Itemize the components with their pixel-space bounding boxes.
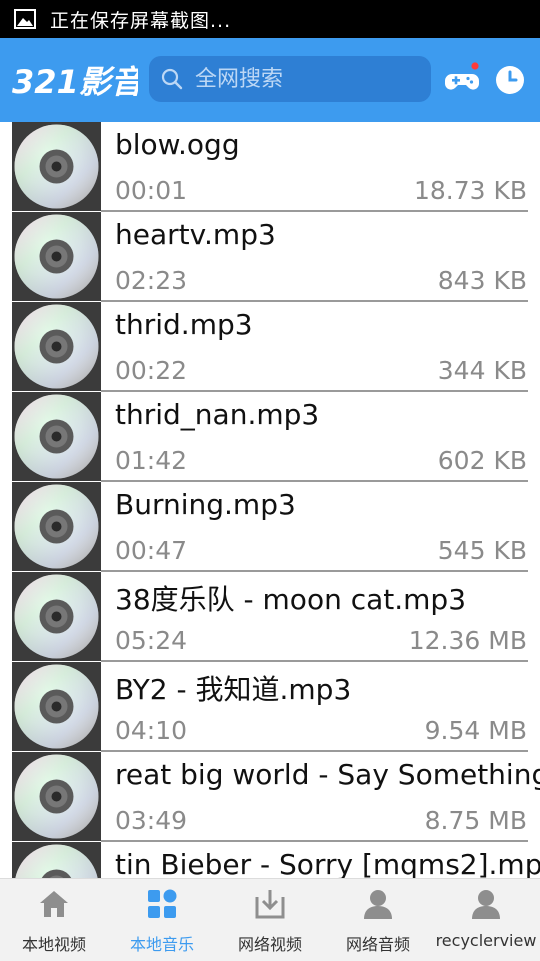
song-list-item[interactable]: BY2 - 我知道.mp3 04:10 9.54 MB xyxy=(0,662,540,752)
grid-icon xyxy=(148,889,177,918)
song-title: thrid.mp3 xyxy=(115,308,253,341)
song-duration: 05:24 xyxy=(115,626,188,655)
song-duration: 01:42 xyxy=(115,446,188,475)
tab-online-audio[interactable]: 网络音频 xyxy=(324,879,432,961)
song-title: Burning.mp3 xyxy=(115,488,296,521)
song-list-item[interactable]: thrid.mp3 00:22 344 KB xyxy=(0,302,540,392)
tab-recyclerview[interactable]: recyclerview xyxy=(432,879,540,961)
status-notification-text: 正在保存屏幕截图... xyxy=(50,9,232,32)
gamepad-icon[interactable] xyxy=(444,62,480,98)
song-list-item[interactable]: heartv.mp3 02:23 843 KB xyxy=(0,212,540,302)
tab-label: 网络音频 xyxy=(345,935,410,954)
song-list-item[interactable]: tin Bieber - Sorry [mqms2].mp3 xyxy=(0,842,540,878)
song-file-size: 8.75 MB xyxy=(424,806,527,835)
song-title: blow.ogg xyxy=(115,128,240,161)
song-file-size: 843 KB xyxy=(437,266,527,295)
song-duration: 03:49 xyxy=(115,806,188,835)
song-list[interactable]: blow.ogg 00:01 18.73 KB heartv.mp3 02:23… xyxy=(0,122,540,878)
home-icon xyxy=(40,891,68,917)
person-icon xyxy=(472,890,500,919)
cd-disc-icon xyxy=(12,302,101,391)
tab-local-video[interactable]: 本地视频 xyxy=(0,879,108,961)
song-file-size: 344 KB xyxy=(437,356,527,385)
cd-disc-icon xyxy=(12,482,101,571)
song-title: BY2 - 我知道.mp3 xyxy=(115,673,352,706)
song-duration: 02:23 xyxy=(115,266,188,295)
cd-disc-icon xyxy=(12,572,101,661)
song-duration: 00:47 xyxy=(115,536,188,565)
song-title: thrid_nan.mp3 xyxy=(115,398,320,431)
song-file-size: 12.36 MB xyxy=(408,626,527,655)
search-input[interactable] xyxy=(193,65,417,93)
song-file-size: 18.73 KB xyxy=(413,176,527,205)
song-list-item[interactable]: Burning.mp3 00:47 545 KB xyxy=(0,482,540,572)
cd-disc-icon xyxy=(12,122,101,211)
cd-disc-icon xyxy=(12,842,101,878)
song-file-size: 545 KB xyxy=(437,536,527,565)
cd-disc-icon xyxy=(12,662,101,751)
song-duration: 00:22 xyxy=(115,356,188,385)
tab-online-video[interactable]: 网络视频 xyxy=(216,879,324,961)
svg-text:321影音: 321影音 xyxy=(12,63,138,101)
search-icon xyxy=(161,68,183,90)
song-title: reat big world - Say Something xyxy=(115,758,540,791)
song-file-size: 9.54 MB xyxy=(424,716,527,745)
tab-label: 本地音乐 xyxy=(129,935,194,954)
tab-label: 网络视频 xyxy=(237,935,302,954)
song-title: heartv.mp3 xyxy=(115,218,276,251)
image-icon xyxy=(14,9,36,29)
song-duration: 04:10 xyxy=(115,716,188,745)
song-title: tin Bieber - Sorry [mqms2].mp3 xyxy=(115,848,540,878)
song-file-size: 602 KB xyxy=(437,446,527,475)
download-icon xyxy=(255,890,285,919)
person-icon xyxy=(364,890,392,919)
cd-disc-icon xyxy=(12,752,101,841)
song-title: 38度乐队 - moon cat.mp3 xyxy=(115,583,467,616)
app-logo: 321影音 xyxy=(12,60,138,102)
bottom-tab-bar: 本地视频 本地音乐 网络视频 网络音频 recyclerview xyxy=(0,878,540,961)
cd-disc-icon xyxy=(12,212,101,301)
cd-disc-icon xyxy=(12,392,101,481)
song-duration: 00:01 xyxy=(115,176,188,205)
tab-local-music[interactable]: 本地音乐 xyxy=(108,879,216,961)
tab-label: recyclerview xyxy=(435,931,537,950)
tab-label: 本地视频 xyxy=(21,935,86,954)
search-box[interactable] xyxy=(149,56,431,102)
app-bar: 321影音 xyxy=(0,38,540,122)
song-list-item[interactable]: 38度乐队 - moon cat.mp3 05:24 12.36 MB xyxy=(0,572,540,662)
song-list-item[interactable]: thrid_nan.mp3 01:42 602 KB xyxy=(0,392,540,482)
song-list-item[interactable]: blow.ogg 00:01 18.73 KB xyxy=(0,122,540,212)
song-list-item[interactable]: reat big world - Say Something 03:49 8.7… xyxy=(0,752,540,842)
clock-icon[interactable] xyxy=(494,64,526,96)
status-bar: 正在保存屏幕截图... xyxy=(0,0,540,38)
